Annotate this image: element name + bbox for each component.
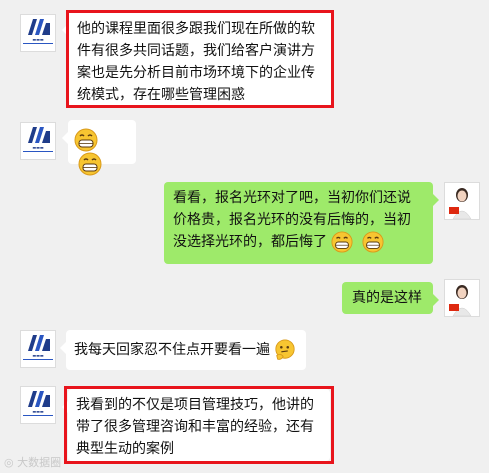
grin-emoji-icon [331, 231, 353, 253]
org-logo-line [23, 151, 53, 155]
org-logo-line [23, 415, 53, 419]
org-logo-icon [28, 335, 50, 351]
org-logo-text: ▬▬▬ [32, 353, 44, 358]
org-logo-line [23, 359, 53, 363]
org-avatar[interactable]: ▬▬▬ [20, 14, 56, 52]
message-bubble[interactable] [62, 120, 136, 176]
flag-icon [449, 304, 459, 311]
user-avatar[interactable] [444, 279, 480, 317]
flag-icon [449, 207, 459, 214]
watermark-logo-icon: ◎ [4, 456, 14, 469]
org-logo-text: ▬▬▬ [32, 37, 44, 42]
watermark-text: 大数据圈 [17, 456, 62, 469]
grin-emoji-icon [74, 128, 98, 152]
org-logo-text: ▬▬▬ [32, 145, 44, 150]
org-logo-text: ▬▬▬ [32, 409, 44, 414]
message-text: 我每天回家忍不住点开要看一遍 [74, 342, 270, 358]
message-bubble-self[interactable]: 看看，报名光环对了吧，当初你们还说价格贵，报名光环的没有后悔的，当初没选择光环的… [164, 182, 439, 264]
grin-emoji-icon [362, 231, 384, 253]
org-logo-line [23, 43, 53, 47]
message-bubble[interactable]: 我每天回家忍不住点开要看一遍 [60, 330, 306, 370]
message-bubble-self[interactable]: 真的是这样 [342, 282, 439, 314]
org-logo-icon [28, 127, 50, 143]
org-avatar[interactable]: ▬▬▬ [20, 330, 56, 368]
user-avatar[interactable] [444, 182, 480, 220]
org-logo-icon [28, 19, 50, 35]
org-avatar[interactable]: ▬▬▬ [20, 122, 56, 160]
watermark: ◎ 大数据圈 [4, 454, 61, 470]
thinking-emoji-icon [275, 339, 296, 360]
highlight-frame [64, 386, 334, 464]
org-avatar[interactable]: ▬▬▬ [20, 386, 56, 424]
org-logo-icon [28, 391, 50, 407]
highlight-frame [66, 10, 334, 108]
grin-emoji-icon [78, 152, 102, 176]
message-text: 真的是这样 [352, 290, 422, 306]
